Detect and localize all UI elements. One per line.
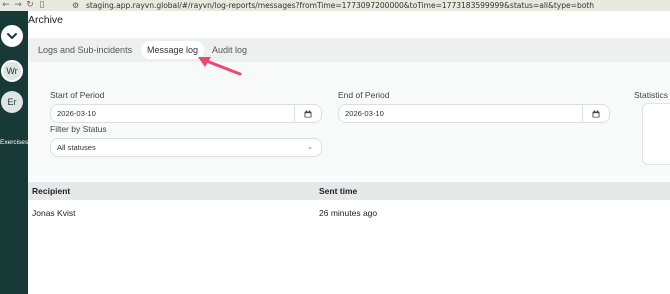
- calendar-icon: [592, 109, 600, 117]
- sidebar-toggle-icon[interactable]: ▯: [36, 0, 48, 11]
- app-logo[interactable]: [1, 25, 23, 47]
- filters-panel: Start of Period 2026-03-10 End of Period…: [28, 62, 670, 176]
- end-date-value: 2026-03-10: [345, 109, 384, 118]
- forward-icon[interactable]: →: [12, 0, 24, 11]
- browser-toolbar: ← → ↻ ▯ ⚙ staging.app.rayvn.global/#/ray…: [0, 0, 670, 11]
- page-title: Archive: [28, 14, 64, 26]
- end-date-input[interactable]: 2026-03-10: [338, 104, 610, 123]
- status-select-value: All statuses: [57, 143, 96, 152]
- site-settings-icon[interactable]: ⚙: [72, 0, 82, 11]
- statistics-panel: [642, 103, 670, 165]
- calendar-icon: [304, 109, 312, 117]
- tab-strip: Logs and Sub-incidents Message log Audit…: [28, 38, 670, 62]
- sidebar-item-exercises[interactable]: Exercises: [0, 139, 28, 146]
- address-bar[interactable]: ⚙ staging.app.rayvn.global/#/rayvn/log-r…: [72, 0, 594, 11]
- table-header: Recipient Sent time: [28, 182, 670, 200]
- start-period-label: Start of Period: [50, 90, 105, 100]
- column-header-recipient[interactable]: Recipient: [32, 182, 70, 200]
- tab-logs-and-sub-incidents[interactable]: Logs and Sub-incidents: [38, 41, 132, 59]
- back-icon[interactable]: ←: [0, 0, 12, 11]
- start-calendar-button[interactable]: [294, 105, 321, 122]
- sidebar: Wr Er Exercises: [0, 11, 28, 294]
- recipient-cell: Jonas Kvist: [32, 208, 76, 218]
- statistics-label: Statistics: [634, 90, 669, 100]
- table-row[interactable]: Jonas Kvist 26 minutes ago: [28, 200, 670, 224]
- end-period-label: End of Period: [338, 90, 390, 100]
- annotation-arrow: [198, 57, 242, 76]
- url-text[interactable]: staging.app.rayvn.global/#/rayvn/log-rep…: [86, 0, 594, 11]
- chevron-logo-icon: [7, 33, 17, 39]
- reload-icon[interactable]: ↻: [24, 0, 36, 11]
- column-header-sent-time[interactable]: Sent time: [319, 182, 357, 200]
- chevron-down-icon: ⌄: [307, 143, 313, 151]
- workspace-avatar-wr[interactable]: Wr: [1, 60, 23, 82]
- start-date-value: 2026-03-10: [57, 109, 96, 118]
- filter-status-label: Filter by Status: [50, 124, 107, 134]
- sent-time-cell: 26 minutes ago: [319, 208, 378, 218]
- start-date-input[interactable]: 2026-03-10: [50, 104, 322, 123]
- end-calendar-button[interactable]: [582, 105, 609, 122]
- workspace-avatar-er[interactable]: Er: [1, 91, 23, 113]
- status-select[interactable]: All statuses ⌄: [50, 138, 322, 157]
